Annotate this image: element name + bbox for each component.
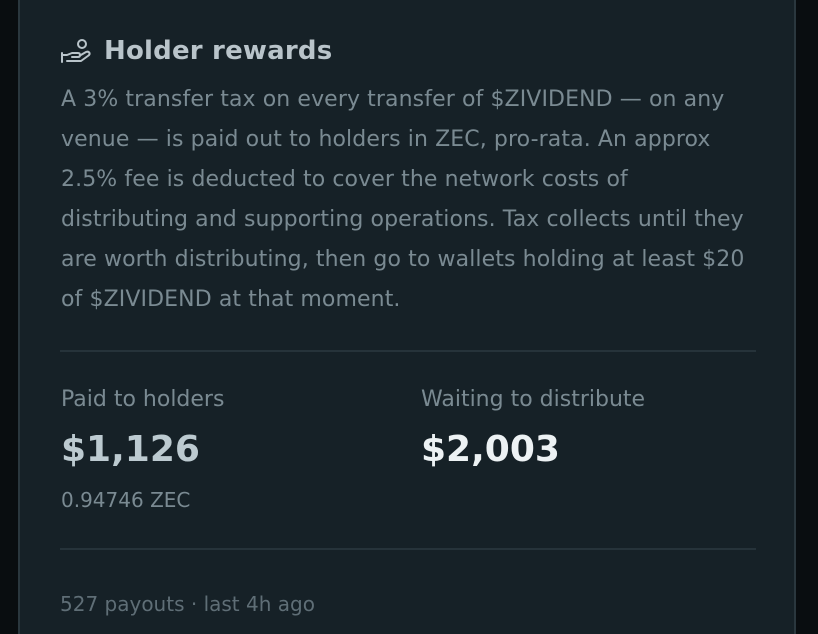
paid-to-holders-value: $1,126: [61, 429, 200, 470]
payouts-summary: 527 payouts · last 4h ago: [60, 592, 315, 616]
divider-top: [60, 350, 756, 352]
paid-to-holders-zec: 0.94746 ZEC: [61, 488, 191, 512]
card-title: Holder rewards: [104, 36, 333, 66]
paid-to-holders-stat: Paid to holders $1,126 0.94746 ZEC: [61, 384, 224, 516]
rewards-description: A 3% transfer tax on every transfer of $…: [61, 87, 745, 312]
card-header: Holder rewards: [60, 33, 332, 69]
waiting-to-distribute-label: Waiting to distribute: [421, 387, 646, 412]
waiting-to-distribute-value: $2,003: [421, 429, 560, 470]
waiting-to-distribute-stat: Waiting to distribute $2,003: [421, 384, 645, 478]
divider-bottom: [60, 548, 756, 550]
paid-to-holders-label: Paid to holders: [61, 387, 225, 412]
hand-coin-icon: [60, 38, 92, 64]
